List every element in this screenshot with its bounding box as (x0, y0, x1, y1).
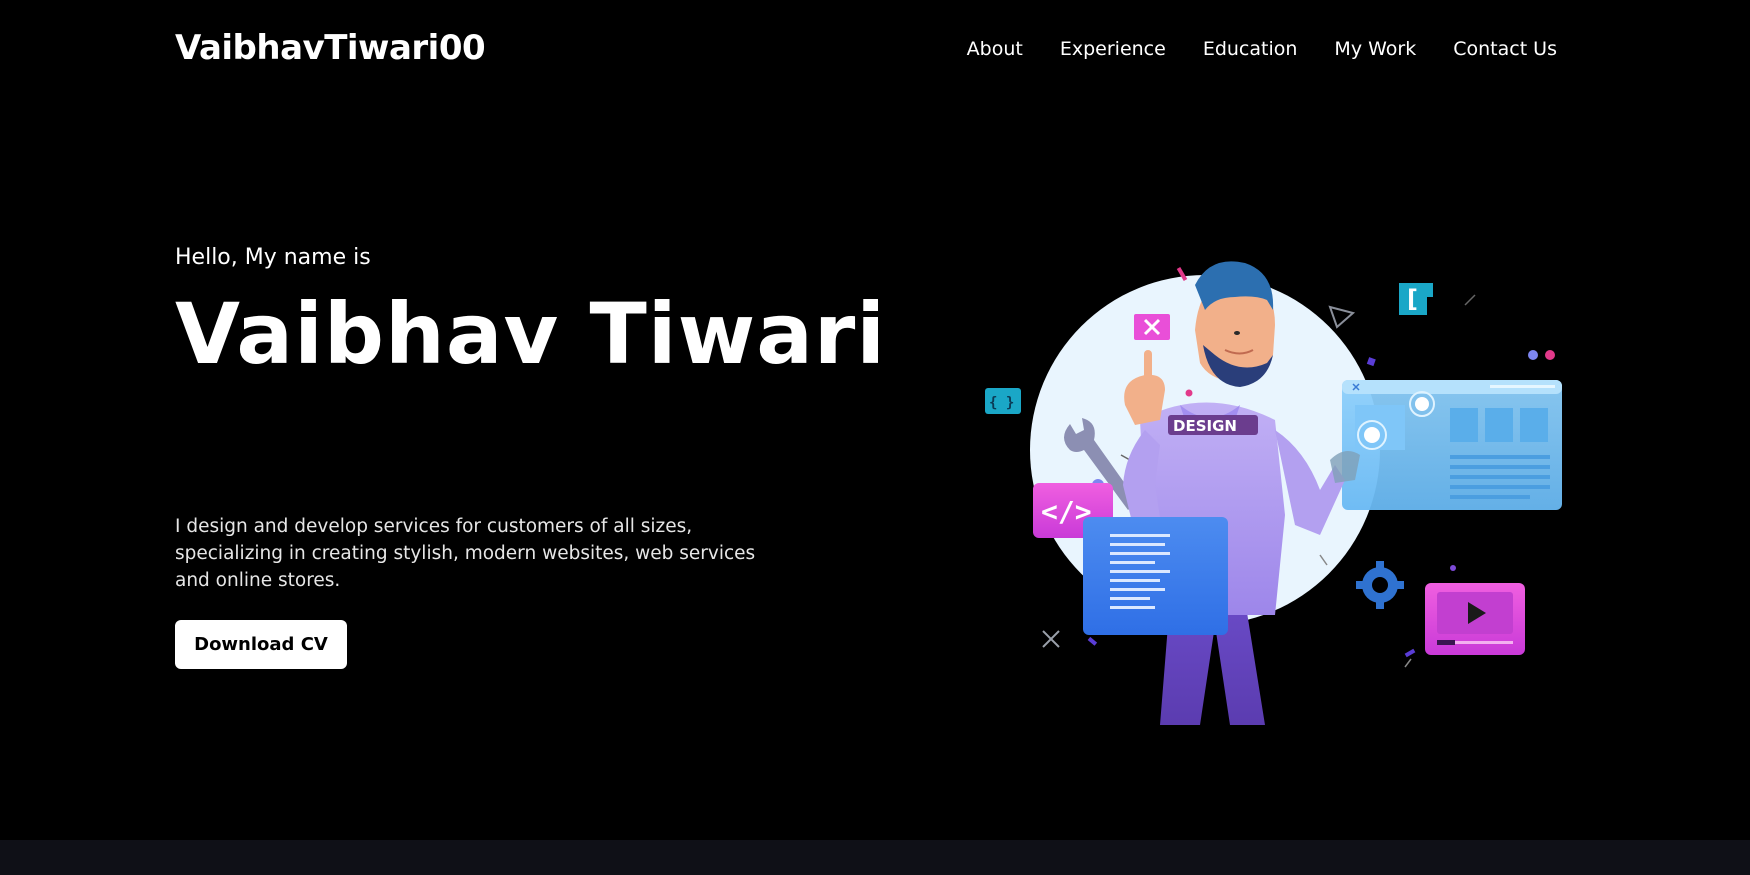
close-tile (1134, 314, 1170, 340)
nav-link-education[interactable]: Education (1203, 38, 1298, 60)
svg-text:[: [ (1407, 285, 1418, 313)
hero-illustration: [ { } DESIGN </> (975, 255, 1575, 725)
hero-name: Vaibhav Tiwari (175, 285, 887, 383)
developer-illustration: [ { } DESIGN </> (985, 261, 1562, 725)
gear-icon (1356, 561, 1404, 609)
site-logo[interactable]: VaibhavTiwari00 (175, 28, 486, 68)
browser-window (1342, 380, 1562, 510)
hero-description: I design and develop services for custom… (175, 516, 756, 591)
hero-section: Hello, My name is Vaibhav Tiwari I desig… (175, 245, 887, 669)
footer-strip (0, 840, 1750, 875)
nav-link-experience[interactable]: Experience (1060, 38, 1166, 60)
nav-links: About Experience Education My Work Conta… (967, 38, 1557, 60)
video-player-tile (1425, 583, 1525, 655)
svg-text:DESIGN: DESIGN (1173, 417, 1237, 435)
braces-tile: { } (985, 388, 1021, 414)
nav-link-my-work[interactable]: My Work (1334, 38, 1416, 60)
svg-text:{ }: { } (989, 395, 1014, 411)
navbar: VaibhavTiwari00 About Experience Educati… (175, 28, 1557, 74)
nav-link-contact-us[interactable]: Contact Us (1453, 38, 1557, 60)
hero-greeting: Hello, My name is (175, 245, 371, 270)
download-cv-button[interactable]: Download CV (175, 620, 347, 669)
document-panel (1083, 517, 1228, 635)
nav-link-about[interactable]: About (967, 38, 1023, 60)
bracket-tile: [ (1399, 283, 1433, 315)
close-x-icon (1042, 630, 1060, 648)
